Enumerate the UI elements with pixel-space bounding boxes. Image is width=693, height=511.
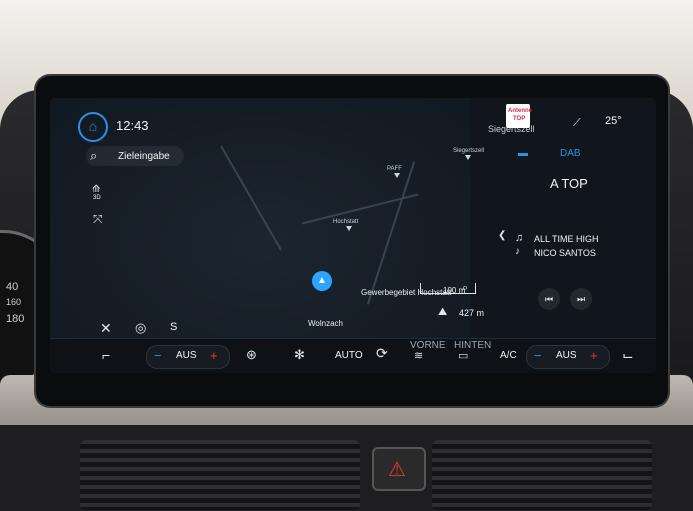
- driver-temp-plus[interactable]: +: [210, 348, 218, 363]
- passenger-temp-plus[interactable]: +: [590, 348, 598, 363]
- previous-icon: ⏮: [544, 294, 554, 304]
- song-title: ALL TIME HIGH: [534, 234, 599, 244]
- ac-button[interactable]: A/C: [500, 350, 517, 361]
- next-icon: ⏭: [576, 294, 586, 304]
- radio-source[interactable]: DAB: [560, 148, 581, 159]
- compass-icon[interactable]: ◎: [135, 320, 146, 336]
- gauge-number: 40: [6, 281, 19, 293]
- driver-temp-minus[interactable]: −: [154, 348, 162, 363]
- remaining-distance: 427 m: [459, 308, 485, 318]
- gauge-number: 180: [6, 313, 25, 325]
- driver-temp-value: AUS: [176, 350, 197, 361]
- gauge-number: 160: [6, 297, 22, 307]
- map-road: [366, 161, 416, 305]
- artist-icon: ♪: [515, 246, 520, 257]
- air-recirculation-icon[interactable]: ⟳: [376, 345, 388, 362]
- rear-defrost-icon[interactable]: ▭: [458, 349, 468, 362]
- radio-source-icon[interactable]: ▬: [518, 148, 528, 159]
- artist-name: NICO SANTOS: [534, 248, 596, 258]
- map-road: [301, 193, 419, 225]
- seat-heat-passenger-icon[interactable]: ⌙: [622, 347, 634, 364]
- map-place-label: Hochstatt: [333, 219, 359, 225]
- tools-icon[interactable]: ✕: [100, 320, 112, 337]
- destination-search-label[interactable]: Zieleingabe: [118, 151, 170, 162]
- expand-map-icon[interactable]: ⤧: [93, 212, 103, 227]
- home-icon: ⌂: [88, 118, 98, 134]
- station-logo-text: Antenne: [508, 108, 532, 114]
- seat-heat-driver-icon[interactable]: ⌐: [102, 347, 110, 363]
- front-defrost-icon[interactable]: ≋: [414, 349, 423, 362]
- passenger-temp-value: AUS: [556, 350, 577, 361]
- station-name: A TOP: [550, 176, 588, 191]
- navigation-map[interactable]: PAFF Siegertszell Hochstatt Wolnzach Gew…: [50, 98, 484, 338]
- steering-wheel-heat-icon[interactable]: ⊛: [246, 347, 257, 363]
- mountain-distance-icon: ⛰: [438, 306, 448, 318]
- right-air-vent: [432, 440, 652, 510]
- music-note-icon: ♫: [515, 232, 524, 244]
- current-position-icon: ▲: [312, 271, 332, 291]
- media-panel: ▬ DAB A TOP ❮ ♫ ALL TIME HIGH ♪ NICO SAN…: [490, 98, 656, 338]
- map-place-label: Siegertszell: [453, 148, 485, 154]
- station-logo-text: TOP: [513, 116, 526, 122]
- clock: 12:43: [116, 118, 149, 133]
- view-mode-label[interactable]: 3D: [93, 195, 101, 201]
- map-place-label: PAFF: [387, 166, 402, 172]
- map-road: [220, 145, 282, 251]
- map-place-label: Wolnzach: [308, 319, 343, 328]
- home-button[interactable]: ⌂: [78, 112, 108, 142]
- compass-direction: S: [170, 321, 178, 333]
- infotainment-screen: PAFF Siegertszell Hochstatt Wolnzach Gew…: [50, 98, 656, 373]
- zoom-search-icon[interactable]: ⌕: [462, 282, 468, 295]
- map-pin-icon: [465, 155, 471, 160]
- hazard-icon: ⚠: [388, 459, 406, 481]
- previous-track-button[interactable]: ⏮: [538, 288, 560, 310]
- search-icon: ⌕: [90, 148, 98, 163]
- chevron-left-icon[interactable]: ❮: [498, 230, 506, 241]
- auto-climate-button[interactable]: AUTO: [335, 350, 363, 361]
- view-3d-icon[interactable]: ⟰: [92, 184, 100, 195]
- left-air-vent: [80, 440, 360, 510]
- fan-icon[interactable]: ✻: [294, 347, 305, 363]
- next-track-button[interactable]: ⏭: [570, 288, 592, 310]
- map-pin-icon: [394, 173, 400, 178]
- map-pin-icon: [346, 226, 352, 231]
- climate-bar: ⌐ − AUS + ⊛ ✻ AUTO ⟳ VORNE ≋ HINTEN ▭ A/…: [50, 338, 656, 373]
- hazard-button[interactable]: ⚠: [372, 447, 426, 491]
- station-logo: Antenne TOP: [506, 104, 532, 128]
- passenger-temp-minus[interactable]: −: [534, 348, 542, 363]
